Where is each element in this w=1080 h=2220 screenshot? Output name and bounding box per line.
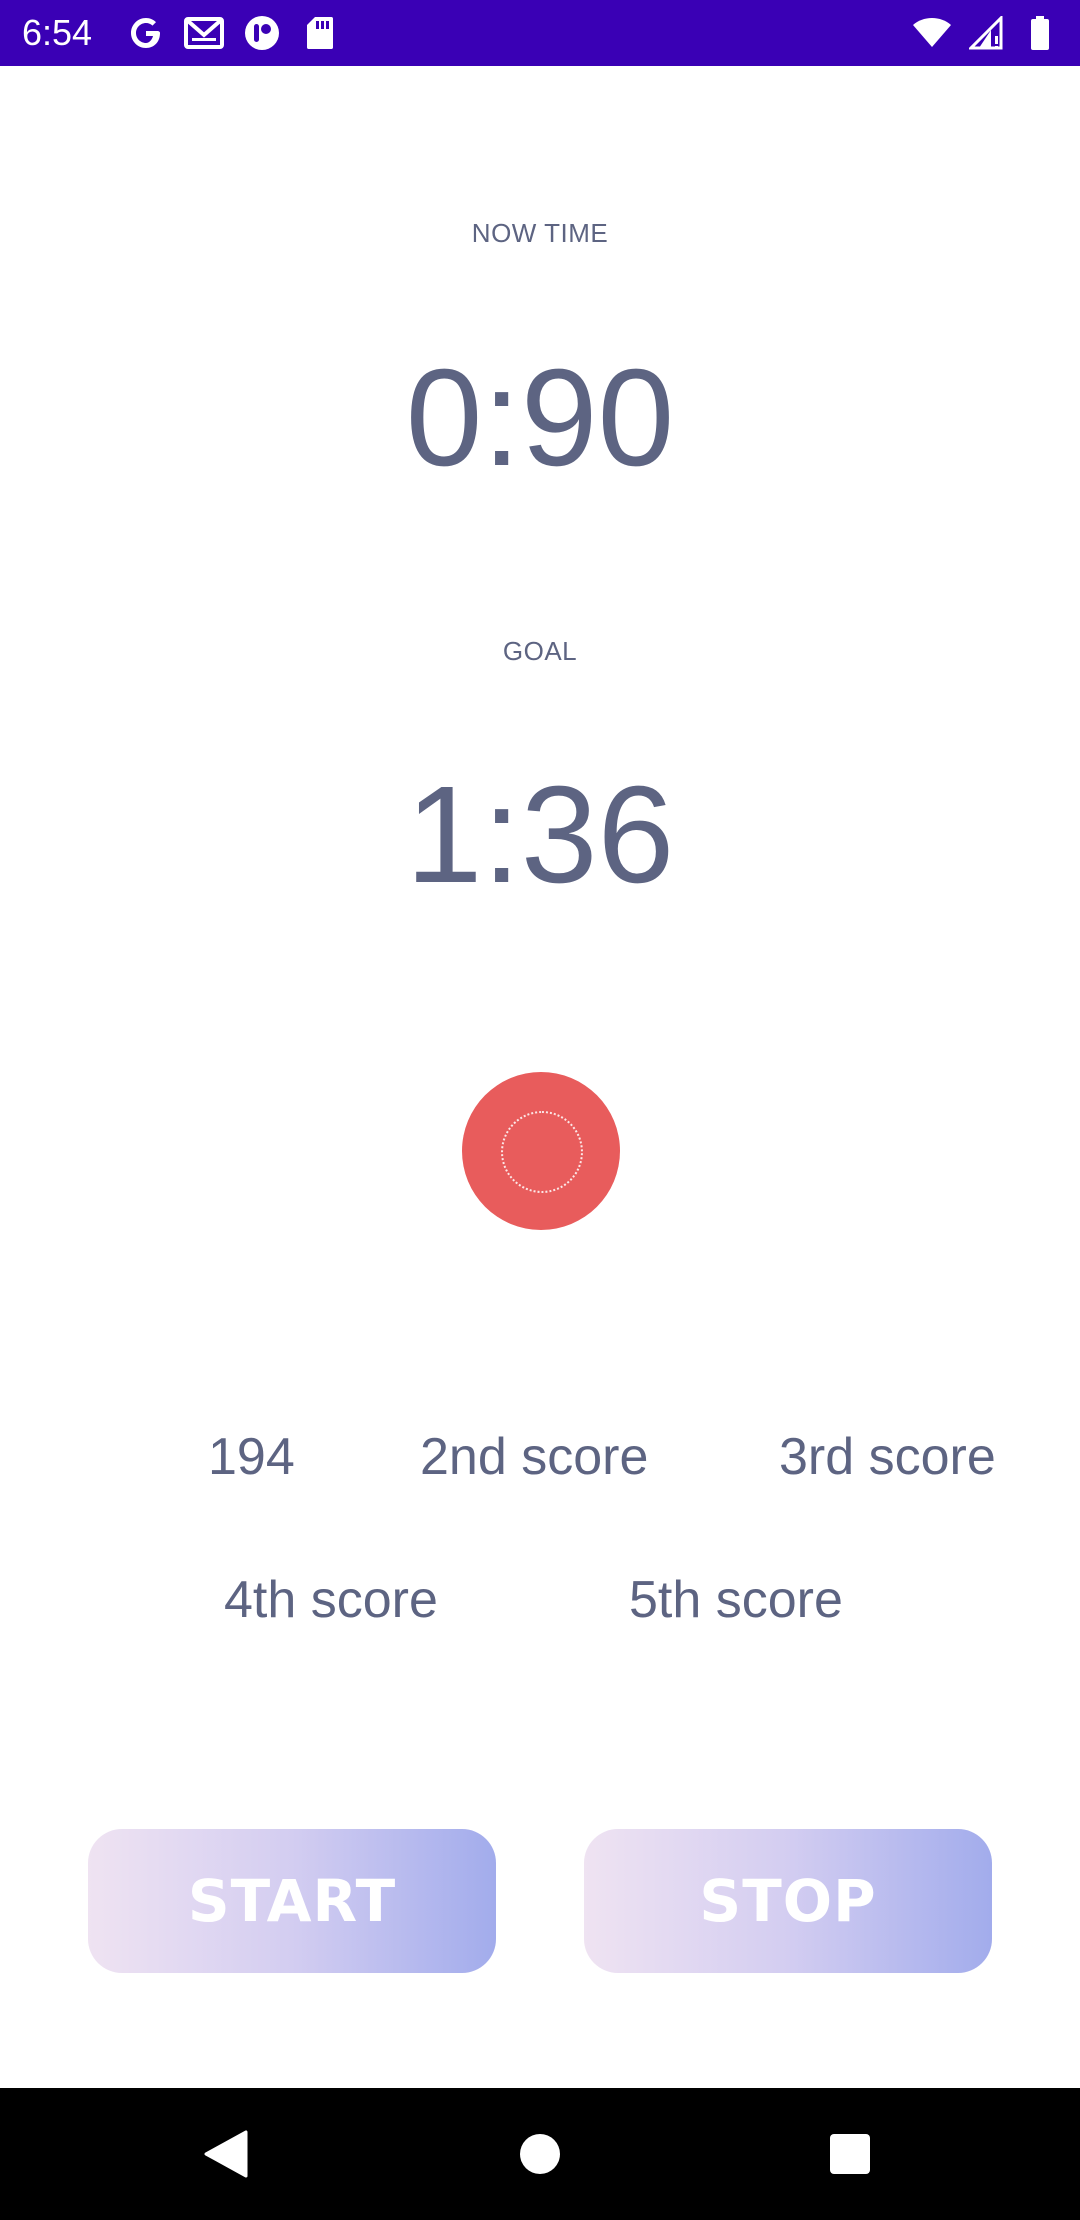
back-icon[interactable] [166,2088,286,2220]
start-button[interactable]: START [88,1829,496,1973]
record-button[interactable] [462,1072,620,1230]
score-1: 194 [208,1428,295,1486]
score-2: 2nd score [420,1428,649,1486]
gmail-icon [184,14,224,52]
record-target-icon [501,1111,583,1193]
navigation-bar [0,2088,1080,2220]
goal-label: GOAL [502,636,578,666]
google-icon [126,14,166,52]
recents-icon[interactable] [790,2088,910,2220]
system-icons [912,14,1060,52]
app-screen: 6:54 NOW TIME 0:90 GOAL 1:36 194 2nd sco… [0,0,1080,2220]
score-5: 5th score [629,1571,843,1629]
score-3: 3rd score [779,1428,996,1486]
status-bar: 6:54 [0,0,1080,66]
now-time-value: 0:90 [405,341,675,495]
podcast-app-icon [242,14,282,52]
goal-value: 1:36 [405,758,675,912]
status-time: 6:54 [22,12,93,53]
wifi-icon [912,14,952,52]
home-icon[interactable] [480,2088,600,2220]
now-time-label: NOW TIME [471,218,609,248]
stop-button[interactable]: STOP [584,1829,992,1973]
sd-card-icon [300,14,340,52]
cell-signal-icon [966,14,1006,52]
battery-icon [1020,14,1060,52]
notification-icons [126,14,340,52]
score-4: 4th score [224,1571,438,1629]
